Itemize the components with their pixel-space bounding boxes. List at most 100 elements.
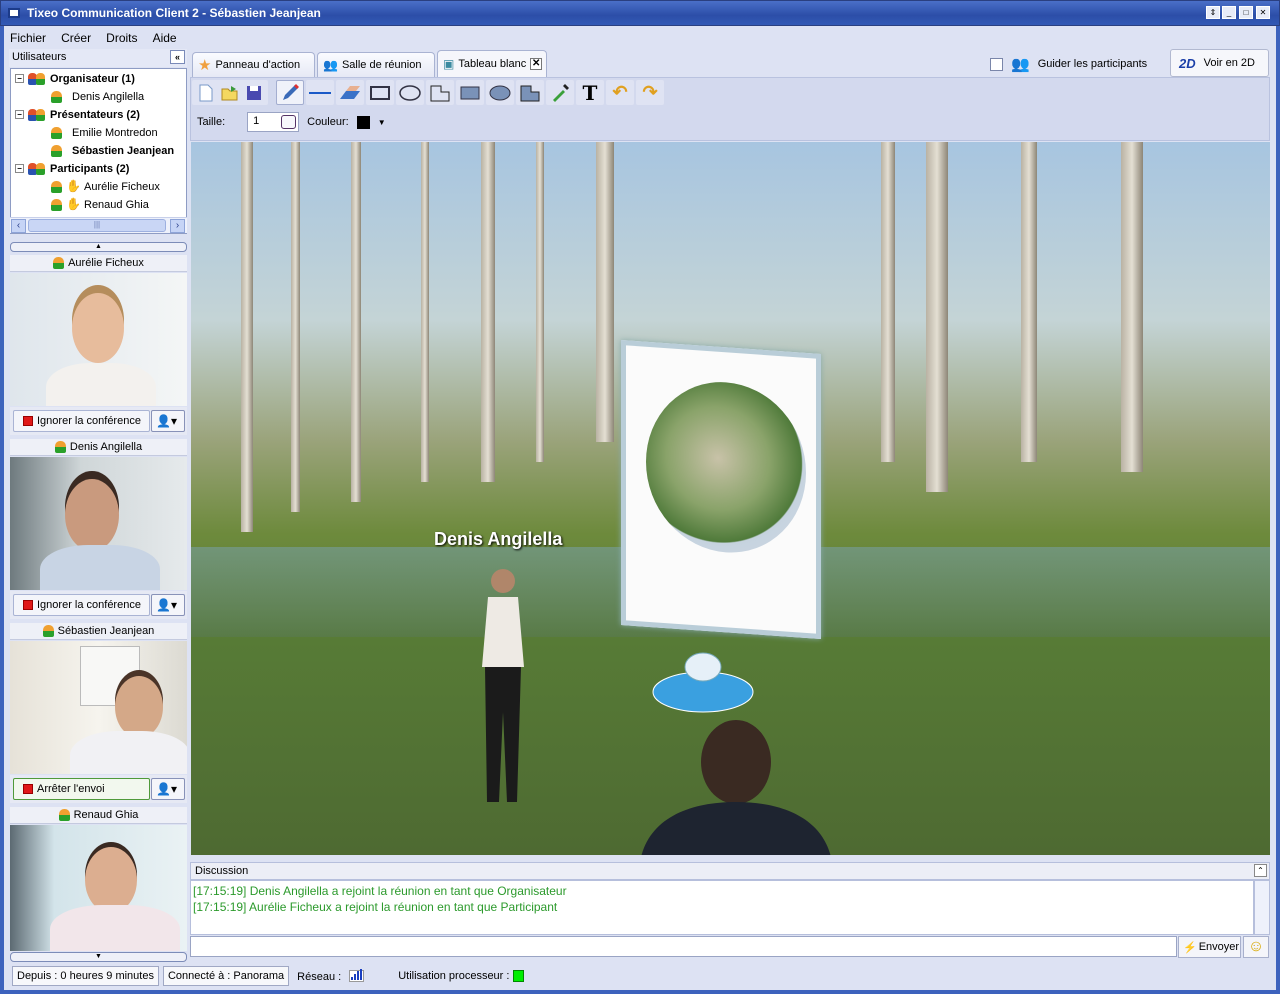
star-icon: ★ [198, 57, 212, 74]
webcam-dropdown[interactable]: 👤▾ [151, 594, 185, 616]
maximize-icon[interactable]: □ [1239, 6, 1253, 19]
user-icon [53, 257, 65, 270]
rectangle-tool-icon[interactable] [366, 80, 394, 105]
video-feed-aurelie [10, 273, 187, 406]
tab-tableau-blanc[interactable]: ▣ Tableau blanc ✕ [437, 50, 547, 77]
filled-rectangle-tool-icon[interactable] [456, 80, 484, 105]
line-tool-icon[interactable] [306, 80, 334, 105]
color-label: Couleur: [307, 116, 349, 128]
avatar-self [641, 720, 831, 855]
2d-icon: 2D [1179, 55, 1196, 71]
users-tree: − Organisateur (1) Denis Angilella − Prése… [10, 68, 187, 234]
videos-scroll-up[interactable]: ▲ [10, 242, 187, 252]
session-duration: Depuis : 0 heures 9 minutes [12, 966, 159, 986]
menu-aide[interactable]: Aide [147, 28, 183, 48]
polygon-tool-icon[interactable] [426, 80, 454, 105]
view-2d-button[interactable]: 2D Voir en 2D [1170, 49, 1269, 77]
app-icon [8, 8, 20, 18]
guide-participants-checkbox[interactable] [990, 57, 1003, 71]
user-icon [42, 625, 54, 638]
lightning-icon: ⚡ [1183, 941, 1197, 954]
menu-creer[interactable]: Créer [55, 28, 97, 48]
eraser-tool-icon[interactable] [336, 80, 364, 105]
user-icon [58, 809, 70, 822]
collapse-toggle-icon[interactable]: − [15, 74, 24, 83]
virtual-meeting-3d-view[interactable]: Denis Angilella [191, 142, 1270, 855]
send-button[interactable]: ⚡ Envoyer [1178, 936, 1241, 958]
meeting-room-icon: 👥 [323, 58, 338, 72]
ignore-conference-button[interactable]: Ignorer la conférence [13, 410, 150, 432]
scroll-thumb[interactable]: ||| [28, 219, 166, 232]
network-label: Réseau : [293, 967, 368, 986]
cpu-usage: Utilisation processeur : [394, 967, 527, 985]
tree-user[interactable]: Emilie Montredon [72, 127, 158, 139]
group-icon [28, 162, 46, 175]
tree-group-organisateur[interactable]: Organisateur (1) [50, 73, 135, 85]
chat-message: [17:15:19] Aurélie Ficheux a rejoint la … [193, 900, 558, 914]
ignore-conference-button[interactable]: Ignorer la conférence [13, 594, 150, 616]
webcam-dropdown[interactable]: 👤▾ [151, 410, 185, 432]
chat-message: [17:15:19] Denis Angilella a rejoint la … [193, 884, 567, 898]
status-bar: Depuis : 0 heures 9 minutes Connecté à :… [12, 965, 1274, 987]
webcam-dropdown[interactable]: 👤▾ [151, 778, 185, 800]
stop-sending-button[interactable]: Arrêter l'envoi [13, 778, 150, 800]
chat-input[interactable] [190, 936, 1177, 957]
redo-icon[interactable]: ↷ [636, 80, 664, 105]
collapse-toggle-icon[interactable]: − [15, 110, 24, 119]
guide-participants: 👥 Guider les participants [990, 54, 1147, 74]
cpu-indicator-icon [512, 970, 524, 983]
tree-user[interactable]: Aurélie Ficheux [84, 181, 160, 193]
group-icon [28, 108, 46, 121]
tree-group-presentateurs[interactable]: Présentateurs (2) [50, 109, 140, 121]
stop-icon [23, 600, 33, 610]
video-feed-renaud [10, 825, 187, 951]
minimize-icon[interactable]: _ [1222, 6, 1236, 19]
menu-bar: Fichier Créer Droits Aide [4, 28, 1276, 48]
user-icon [54, 441, 66, 454]
scroll-right-icon[interactable]: › [170, 219, 185, 233]
videos-scroll-down[interactable]: ▼ [10, 952, 187, 962]
color-swatch[interactable] [356, 115, 370, 129]
video-controls: Arrêter l'envoi 👤▾ [10, 775, 187, 803]
video-feed-sebastien [10, 641, 187, 774]
chat-scrollbar[interactable] [1254, 880, 1270, 935]
user-icon [51, 144, 62, 157]
tree-group-participants[interactable]: Participants (2) [50, 163, 129, 175]
ellipse-tool-icon[interactable] [396, 80, 424, 105]
pencil-tool-icon[interactable] [276, 80, 304, 105]
tree-user[interactable]: Denis Angilella [72, 91, 144, 103]
restore-icon[interactable]: ⇕ [1206, 6, 1220, 19]
undo-icon[interactable]: ↶ [606, 80, 634, 105]
collapse-discussion-icon[interactable]: ⌃ [1254, 864, 1267, 877]
menu-fichier[interactable]: Fichier [4, 28, 52, 48]
filled-ellipse-tool-icon[interactable] [486, 80, 514, 105]
save-icon[interactable] [240, 80, 268, 105]
raise-hand-icon: ✋ [66, 197, 81, 211]
video-feed-denis [10, 457, 187, 590]
tab-salle-reunion[interactable]: 👥 Salle de réunion [317, 52, 435, 77]
filled-polygon-tool-icon[interactable] [516, 80, 544, 105]
tree-user[interactable]: Sébastien Jeanjean [72, 145, 174, 157]
close-icon[interactable]: ✕ [1256, 6, 1270, 19]
3d-whiteboard[interactable] [621, 340, 821, 639]
tab-panneau-action[interactable]: ★ Panneau d'action [192, 52, 315, 77]
scroll-left-icon[interactable]: ‹ [11, 219, 26, 233]
tree-user[interactable]: Renaud Ghia [84, 199, 149, 211]
menu-droits[interactable]: Droits [100, 28, 143, 48]
drawing-options: Taille: 1 Couleur: ▼ [197, 112, 386, 132]
title-bar: Tixeo Communication Client 2 - Sébastien… [0, 0, 1280, 26]
video-controls: Ignorer la conférence 👤▾ [10, 591, 187, 619]
color-picker-icon[interactable] [546, 80, 574, 105]
size-spinner[interactable]: 1 [247, 112, 300, 132]
tree-horizontal-scrollbar[interactable]: ‹ ||| › [10, 217, 187, 233]
text-tool-icon[interactable]: T [576, 80, 604, 105]
close-tab-icon[interactable]: ✕ [530, 58, 543, 70]
collapse-panel-button[interactable]: « [170, 50, 185, 64]
color-dropdown-icon[interactable]: ▼ [378, 118, 386, 127]
spinner-button[interactable] [281, 115, 297, 129]
avatar-denis[interactable] [473, 567, 533, 812]
teleport-pad[interactable] [651, 647, 755, 717]
user-icon [51, 126, 62, 139]
collapse-toggle-icon[interactable]: − [15, 164, 24, 173]
emoticon-button[interactable]: ☺ [1243, 936, 1269, 958]
